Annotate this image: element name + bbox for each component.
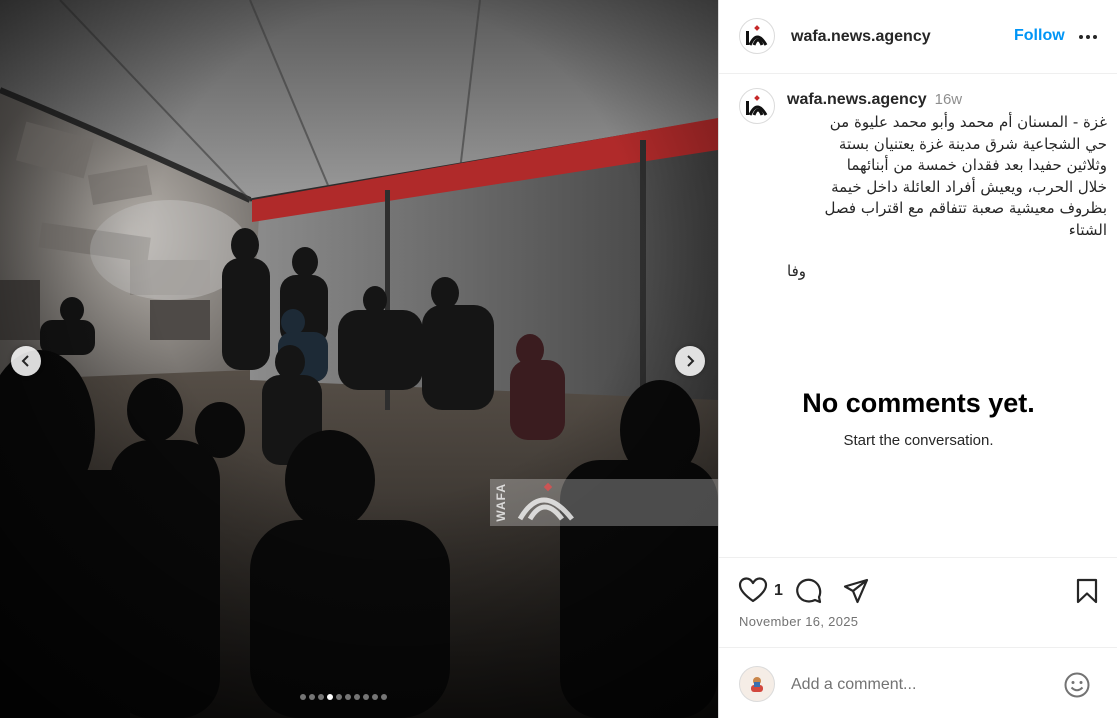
share-icon[interactable] bbox=[842, 577, 870, 605]
caption-line: بظروف معيشية صعبة تتفاقم مع اقتراب فصل bbox=[824, 199, 1107, 217]
carousel-dot bbox=[336, 694, 342, 700]
caption-text: غزة - المسنان أم محمد وأبو محمد عليوة من… bbox=[787, 112, 1107, 241]
header-username[interactable]: wafa.news.agency bbox=[791, 28, 931, 46]
carousel-prev-button[interactable] bbox=[11, 346, 41, 376]
carousel-dot bbox=[354, 694, 360, 700]
watermark-text: WAFA bbox=[494, 483, 508, 522]
more-options-icon[interactable] bbox=[1077, 28, 1099, 46]
photo-scene bbox=[0, 0, 718, 718]
caption-line: غزة - المسنان أم محمد وأبو محمد عليوة من bbox=[829, 113, 1107, 131]
bookmark-icon[interactable] bbox=[1074, 577, 1100, 605]
chevron-right-icon bbox=[687, 355, 695, 367]
caption-avatar[interactable] bbox=[739, 88, 775, 124]
follow-button[interactable]: Follow bbox=[1014, 27, 1065, 45]
carousel-dot bbox=[372, 694, 378, 700]
comment-icon[interactable] bbox=[795, 577, 823, 605]
carousel-dot bbox=[363, 694, 369, 700]
comment-input[interactable] bbox=[791, 670, 1051, 700]
current-user-avatar[interactable] bbox=[739, 666, 775, 702]
carousel-dot bbox=[345, 694, 351, 700]
chevron-left-icon bbox=[21, 355, 29, 367]
carousel-dot bbox=[309, 694, 315, 700]
caption-line: وثلاثين حفيدا بعد فقدان خمسة من أبنائهما bbox=[846, 156, 1107, 174]
caption-line: الشتاء bbox=[1068, 220, 1107, 239]
watermark-logo-icon bbox=[517, 482, 574, 521]
comment-composer bbox=[719, 647, 1117, 718]
post-details-panel: wafa.news.agency Follow wafa.news.agency… bbox=[718, 0, 1117, 718]
user-avatar-icon bbox=[751, 677, 763, 692]
caption-line: خلال الحرب، ويعيش أفراد العائلة داخل خيم… bbox=[831, 177, 1107, 196]
post-date[interactable]: November 16, 2025 bbox=[739, 614, 858, 629]
post-header: wafa.news.agency Follow bbox=[719, 0, 1117, 74]
carousel-dot bbox=[327, 694, 333, 700]
wafa-logo-icon bbox=[746, 95, 768, 116]
avatar[interactable] bbox=[739, 18, 775, 54]
caption-header: wafa.news.agency 16w bbox=[787, 91, 962, 109]
no-comments-title: No comments yet. bbox=[802, 388, 1035, 418]
no-comments-subtitle: Start the conversation. bbox=[843, 432, 994, 449]
carousel-indicator bbox=[300, 694, 387, 700]
heart-icon[interactable] bbox=[738, 577, 768, 603]
wafa-watermark: WAFA bbox=[490, 479, 718, 526]
carousel-dot bbox=[300, 694, 306, 700]
caption-signature: وفا bbox=[787, 262, 806, 280]
caption-username[interactable]: wafa.news.agency bbox=[787, 91, 927, 108]
emoji-icon[interactable] bbox=[1063, 671, 1091, 699]
post-photo[interactable]: WAFA bbox=[0, 0, 718, 718]
like-count[interactable]: 1 bbox=[774, 582, 783, 600]
carousel-dot bbox=[318, 694, 324, 700]
caption-timestamp[interactable]: 16w bbox=[935, 91, 963, 108]
caption-line: حي الشجاعية شرق مدينة غزة يعتنيان بستة bbox=[838, 134, 1107, 153]
carousel-dot bbox=[381, 694, 387, 700]
carousel-next-button[interactable] bbox=[675, 346, 705, 376]
post-actions: 1 November 16, 2025 bbox=[719, 557, 1117, 647]
wafa-logo-icon bbox=[746, 25, 768, 46]
